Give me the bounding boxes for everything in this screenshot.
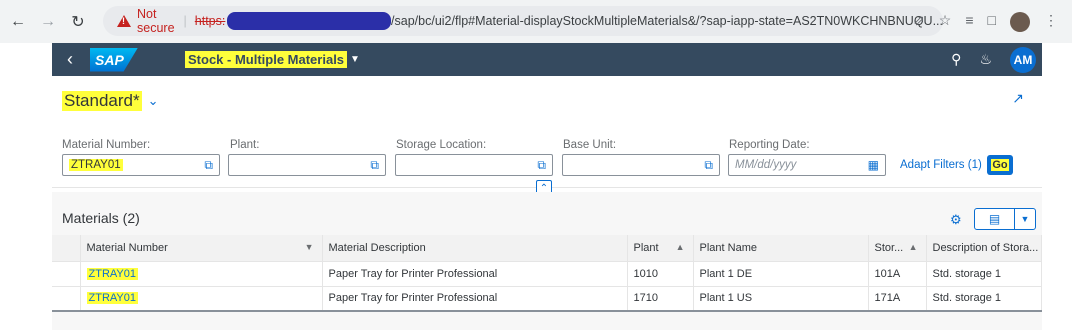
column-header[interactable]: Description of Stora... <box>926 235 1042 262</box>
table-header-row: Material Number ▼ Material Description Pl… <box>52 235 1042 262</box>
adapt-filters-button[interactable]: Adapt Filters (1) <box>900 159 982 171</box>
column-label: Material Description <box>328 241 426 254</box>
cell-storage: 101A <box>868 261 927 287</box>
value-help-icon[interactable]: ⧉ <box>204 158 213 173</box>
cell-plant: 1010 <box>627 261 694 287</box>
chevron-down-icon[interactable]: ⌄ <box>148 93 159 109</box>
profile-avatar[interactable] <box>1010 12 1030 32</box>
window-icon[interactable]: □ <box>988 12 996 32</box>
column-label: Description of Stora... <box>932 241 1039 254</box>
export-icon[interactable]: ▤ <box>975 209 1015 229</box>
go-button[interactable]: Go <box>987 155 1013 175</box>
material-number-link[interactable]: ZTRAY01 <box>86 267 138 280</box>
menu-icon[interactable]: ⋮ <box>1044 12 1058 32</box>
cell-storage-desc: Std. storage 1 <box>926 261 1042 287</box>
row-selector[interactable] <box>52 261 81 287</box>
separator: | <box>183 14 187 28</box>
redaction-mark <box>227 12 392 30</box>
value-help-icon[interactable]: ⧉ <box>537 158 546 173</box>
sap-logo[interactable]: SAP <box>90 47 138 72</box>
warning-icon <box>117 15 131 27</box>
app-title[interactable]: Stock - Multiple Materials <box>185 51 348 68</box>
forward-arrow-icon[interactable]: → <box>38 12 58 32</box>
go-label: Go <box>991 159 1009 171</box>
cell-material-number[interactable]: ZTRAY01 <box>80 261 323 287</box>
row-selector-header <box>52 235 81 262</box>
share-icon[interactable]: ↗ <box>1012 90 1024 107</box>
material-number-value: ZTRAY01 <box>69 159 123 171</box>
column-header[interactable]: Plant ▲ <box>627 235 694 262</box>
url-text: /sap/bc/ui2/flp#Material-displayStockMul… <box>391 14 943 28</box>
sort-icon: ▲ <box>908 242 918 252</box>
storage-location-label: Storage Location: <box>396 139 487 151</box>
cell-material-number[interactable]: ZTRAY01 <box>80 286 323 312</box>
settings-icon[interactable]: ⚙ <box>950 212 962 228</box>
table-row[interactable]: ZTRAY01 Paper Tray for Printer Professio… <box>52 261 1042 287</box>
column-header[interactable]: Stor... ▲ <box>868 235 927 262</box>
filter-bar: Standard* ⌄ ↗ Material Number: ZTRAY01 ⧉… <box>52 76 1042 196</box>
column-header[interactable]: Material Description <box>322 235 628 262</box>
back-icon[interactable]: ‹ <box>56 49 84 70</box>
playlist-icon[interactable]: ≡ <box>965 12 973 32</box>
materials-table: Material Number ▼ Material Description Pl… <box>52 235 1042 312</box>
variant-selector[interactable]: Standard* ⌄ <box>62 91 159 111</box>
back-arrow-icon[interactable]: ← <box>8 12 28 32</box>
column-label: Stor... <box>874 241 904 254</box>
material-number-label: Material Number: <box>62 139 151 151</box>
star-icon[interactable]: ☆ <box>939 12 952 32</box>
column-header[interactable]: Material Number ▼ <box>80 235 323 262</box>
share-icon[interactable]: ⇗ <box>913 12 925 32</box>
browser-actions: ⇗ ☆ ≡ □ ⋮ <box>913 12 1058 32</box>
security-label: Not secure <box>137 7 175 35</box>
variant-name: Standard* <box>62 91 142 111</box>
sort-icon: ▲ <box>675 242 685 252</box>
url-scheme: https: <box>194 14 226 28</box>
reporting-date-label: Reporting Date: <box>729 139 810 151</box>
cell-storage: 171A <box>868 286 927 312</box>
browser-toolbar: ← → ↻ Not secure | https: /sap/bc/ui2/fl… <box>0 0 1072 43</box>
plant-label: Plant: <box>230 139 260 151</box>
user-avatar[interactable]: AM <box>1010 46 1036 73</box>
cell-plant: 1710 <box>627 286 694 312</box>
filter-icon: ▼ <box>304 242 314 252</box>
calendar-icon[interactable]: ▦ <box>868 158 879 172</box>
shell-bar: ‹ SAP Stock - Multiple Materials ▼ ⚲ ♨ A… <box>52 43 1042 76</box>
cell-description: Paper Tray for Printer Professional <box>322 261 628 287</box>
reporting-date-field[interactable]: MM/dd/yyyy ▦ <box>728 154 886 176</box>
material-number-link[interactable]: ZTRAY01 <box>86 292 138 305</box>
value-help-icon[interactable]: ⧉ <box>704 158 713 173</box>
column-header[interactable]: Plant Name <box>693 235 869 262</box>
base-unit-field[interactable]: ⧉ <box>562 154 720 176</box>
cell-plant-name: Plant 1 DE <box>693 261 869 287</box>
table-row[interactable]: ZTRAY01 Paper Tray for Printer Professio… <box>52 286 1042 312</box>
dropdown-arrow-icon[interactable]: ▼ <box>1015 209 1035 229</box>
caret-down-icon[interactable]: ▼ <box>350 54 360 65</box>
material-number-field[interactable]: ZTRAY01 ⧉ <box>62 154 220 176</box>
reporting-date-placeholder: MM/dd/yyyy <box>735 159 797 171</box>
export-button[interactable]: ▤ ▼ <box>974 208 1036 230</box>
row-selector[interactable] <box>52 286 81 312</box>
value-help-icon[interactable]: ⧉ <box>370 158 379 173</box>
security-warning[interactable]: Not secure <box>117 7 176 35</box>
column-label: Material Number <box>86 241 168 254</box>
column-label: Plant <box>633 241 659 254</box>
bell-icon[interactable]: ♨ <box>979 51 992 68</box>
address-bar[interactable]: Not secure | https: /sap/bc/ui2/flp#Mate… <box>103 6 943 36</box>
cell-storage-desc: Std. storage 1 <box>926 286 1042 312</box>
table-section: Materials (2) ⚙ ▤ ▼ Material Number ▼ Mat… <box>52 192 1042 330</box>
base-unit-label: Base Unit: <box>563 139 617 151</box>
storage-location-field[interactable]: ⧉ <box>395 154 553 176</box>
cell-description: Paper Tray for Printer Professional <box>322 286 628 312</box>
reload-icon[interactable]: ↻ <box>68 12 88 32</box>
column-label: Plant Name <box>699 241 757 254</box>
plant-field[interactable]: ⧉ <box>228 154 386 176</box>
cell-plant-name: Plant 1 US <box>693 286 869 312</box>
table-title: Materials (2) <box>62 210 140 226</box>
search-icon[interactable]: ⚲ <box>951 51 961 68</box>
